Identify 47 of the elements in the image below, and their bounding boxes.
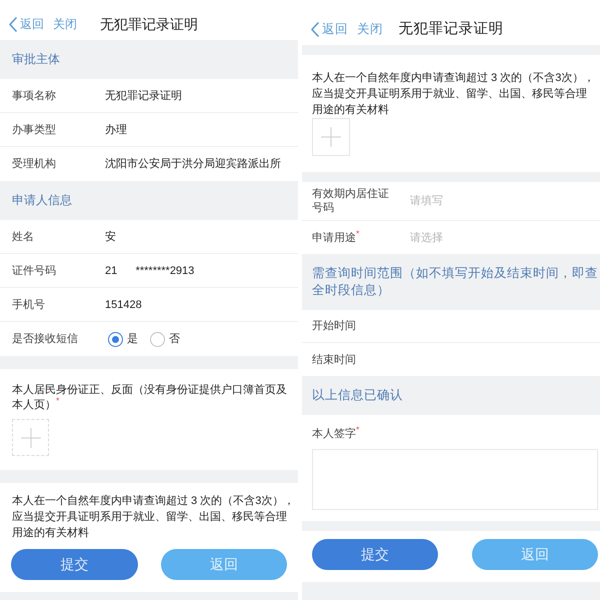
- field-label: 姓名: [12, 230, 35, 244]
- field-label: 本人签字$^{*}$: [312, 427, 360, 441]
- field-label: 证件号码: [12, 264, 57, 278]
- select-field[interactable]: 请选择: [410, 230, 590, 244]
- field-label: 手机号: [12, 298, 46, 312]
- back-link[interactable]: 返回: [9, 16, 44, 32]
- chevron-left-icon: [311, 22, 319, 36]
- field-value: 办理: [105, 122, 127, 136]
- submit-button[interactable]: 提交: [312, 539, 438, 570]
- upload-instructions: 本人居民身份证正、反面（没有身份证提供户口簿首页及本人页）$^{*}$: [12, 383, 288, 413]
- plus-icon: [321, 127, 341, 147]
- field-label: 开始时间: [312, 319, 357, 333]
- section-header: 审批主体: [0, 40, 298, 79]
- page-title: 无犯罪记录证明: [398, 20, 504, 38]
- upload-instructions: 本人在一个自然年度内申请查询超过 3 次的（不含3次），应当提交开具证明系用于就业、留学、出国、移民等合理用途的有关材料: [312, 70, 596, 118]
- field-label: 结束时间: [312, 352, 357, 366]
- section-header: 申请人信息: [0, 181, 298, 220]
- plus-icon: [20, 428, 40, 448]
- section-header: 以上信息已确认: [302, 376, 600, 415]
- upload-button[interactable]: [12, 419, 49, 456]
- text-input[interactable]: 请填写: [410, 194, 590, 208]
- notice-text: 本人在一个自然年度内申请查询超过 3 次的（不含3次），应当提交开具证明系用于就业、留学、出国、移民等合理用途的有关材料: [12, 494, 296, 541]
- field-value: 沈阳市公安局于洪分局迎宾路派出所: [105, 157, 281, 171]
- chevron-left-icon: [9, 16, 17, 32]
- field-label: 受理机构: [12, 157, 57, 171]
- field-value: 21 ********2913: [105, 264, 194, 278]
- field-label: 是否接收短信: [12, 332, 79, 346]
- page-title: 无犯罪记录证明: [100, 15, 198, 33]
- submit-button[interactable]: 提交: [11, 549, 138, 580]
- field-label: 申请用途$^{*}$: [312, 230, 360, 244]
- field-label: 办事类型: [12, 122, 57, 136]
- section-header: 需查询时间范围（如不填写开始及结束时间，即查全时段信息）: [302, 254, 600, 310]
- field-value: 无犯罪记录证明: [105, 88, 182, 102]
- field-label: 事项名称: [12, 88, 57, 102]
- close-link[interactable]: 关闭: [53, 16, 77, 32]
- radio-button[interactable]: [108, 332, 123, 346]
- upload-button[interactable]: [312, 118, 350, 156]
- back-link[interactable]: 返回: [311, 21, 348, 37]
- radio-button[interactable]: [150, 332, 165, 346]
- radio-label: 是: [127, 332, 138, 346]
- field-label: 有效期内居住证号码: [312, 187, 390, 215]
- back-button[interactable]: 返回: [472, 539, 598, 570]
- field-value: 151428: [105, 298, 142, 312]
- back-button[interactable]: 返回: [160, 549, 287, 580]
- radio-label: 否: [169, 332, 180, 346]
- close-link[interactable]: 关闭: [357, 21, 383, 37]
- field-value: 安: [105, 230, 116, 244]
